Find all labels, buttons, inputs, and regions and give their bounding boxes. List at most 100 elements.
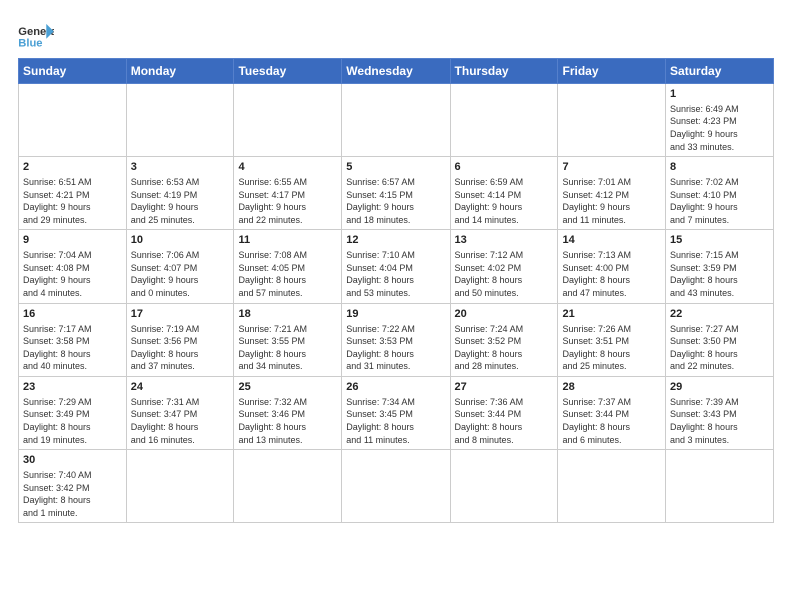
day-number: 4 (238, 160, 337, 175)
day-number: 22 (670, 307, 769, 322)
day-number: 12 (346, 233, 445, 248)
calendar-day-cell: 22Sunrise: 7:27 AM Sunset: 3:50 PM Dayli… (666, 303, 774, 376)
day-info: Sunrise: 7:15 AM Sunset: 3:59 PM Dayligh… (670, 249, 769, 299)
day-number: 30 (23, 453, 122, 468)
day-number: 13 (455, 233, 554, 248)
day-info: Sunrise: 7:19 AM Sunset: 3:56 PM Dayligh… (131, 323, 230, 373)
day-number: 1 (670, 87, 769, 102)
calendar-day-cell: 20Sunrise: 7:24 AM Sunset: 3:52 PM Dayli… (450, 303, 558, 376)
day-info: Sunrise: 6:59 AM Sunset: 4:14 PM Dayligh… (455, 176, 554, 226)
day-info: Sunrise: 7:27 AM Sunset: 3:50 PM Dayligh… (670, 323, 769, 373)
calendar-day-cell (558, 84, 666, 157)
day-number: 20 (455, 307, 554, 322)
day-number: 16 (23, 307, 122, 322)
day-number: 27 (455, 380, 554, 395)
calendar-day-cell (234, 84, 342, 157)
day-info: Sunrise: 7:21 AM Sunset: 3:55 PM Dayligh… (238, 323, 337, 373)
day-number: 18 (238, 307, 337, 322)
day-number: 9 (23, 233, 122, 248)
day-info: Sunrise: 7:02 AM Sunset: 4:10 PM Dayligh… (670, 176, 769, 226)
calendar-week-row: 9Sunrise: 7:04 AM Sunset: 4:08 PM Daylig… (19, 230, 774, 303)
calendar-table: SundayMondayTuesdayWednesdayThursdayFrid… (18, 58, 774, 523)
day-number: 29 (670, 380, 769, 395)
calendar-day-header: Tuesday (234, 59, 342, 84)
calendar-day-cell: 26Sunrise: 7:34 AM Sunset: 3:45 PM Dayli… (342, 376, 450, 449)
calendar-day-cell (450, 450, 558, 523)
day-number: 10 (131, 233, 230, 248)
day-number: 2 (23, 160, 122, 175)
calendar-day-cell: 3Sunrise: 6:53 AM Sunset: 4:19 PM Daylig… (126, 157, 234, 230)
calendar-day-cell: 12Sunrise: 7:10 AM Sunset: 4:04 PM Dayli… (342, 230, 450, 303)
day-number: 21 (562, 307, 661, 322)
day-info: Sunrise: 7:08 AM Sunset: 4:05 PM Dayligh… (238, 249, 337, 299)
calendar-week-row: 2Sunrise: 6:51 AM Sunset: 4:21 PM Daylig… (19, 157, 774, 230)
calendar-day-cell: 2Sunrise: 6:51 AM Sunset: 4:21 PM Daylig… (19, 157, 127, 230)
svg-text:Blue: Blue (18, 37, 42, 49)
logo: General Blue (18, 22, 54, 50)
day-number: 3 (131, 160, 230, 175)
calendar-day-cell: 29Sunrise: 7:39 AM Sunset: 3:43 PM Dayli… (666, 376, 774, 449)
calendar-day-cell: 9Sunrise: 7:04 AM Sunset: 4:08 PM Daylig… (19, 230, 127, 303)
calendar-day-cell: 1Sunrise: 6:49 AM Sunset: 4:23 PM Daylig… (666, 84, 774, 157)
day-number: 26 (346, 380, 445, 395)
calendar-day-cell: 13Sunrise: 7:12 AM Sunset: 4:02 PM Dayli… (450, 230, 558, 303)
day-info: Sunrise: 7:29 AM Sunset: 3:49 PM Dayligh… (23, 396, 122, 446)
calendar-day-cell: 16Sunrise: 7:17 AM Sunset: 3:58 PM Dayli… (19, 303, 127, 376)
day-number: 24 (131, 380, 230, 395)
calendar-day-cell: 7Sunrise: 7:01 AM Sunset: 4:12 PM Daylig… (558, 157, 666, 230)
generalblue-logo-icon: General Blue (18, 22, 54, 50)
day-info: Sunrise: 7:34 AM Sunset: 3:45 PM Dayligh… (346, 396, 445, 446)
day-number: 28 (562, 380, 661, 395)
day-info: Sunrise: 6:49 AM Sunset: 4:23 PM Dayligh… (670, 103, 769, 153)
calendar-day-cell (19, 84, 127, 157)
calendar-week-row: 16Sunrise: 7:17 AM Sunset: 3:58 PM Dayli… (19, 303, 774, 376)
calendar-day-cell: 21Sunrise: 7:26 AM Sunset: 3:51 PM Dayli… (558, 303, 666, 376)
day-info: Sunrise: 7:04 AM Sunset: 4:08 PM Dayligh… (23, 249, 122, 299)
day-info: Sunrise: 6:55 AM Sunset: 4:17 PM Dayligh… (238, 176, 337, 226)
calendar-day-cell (342, 450, 450, 523)
calendar-week-row: 30Sunrise: 7:40 AM Sunset: 3:42 PM Dayli… (19, 450, 774, 523)
day-info: Sunrise: 7:12 AM Sunset: 4:02 PM Dayligh… (455, 249, 554, 299)
calendar-day-cell: 19Sunrise: 7:22 AM Sunset: 3:53 PM Dayli… (342, 303, 450, 376)
day-info: Sunrise: 7:40 AM Sunset: 3:42 PM Dayligh… (23, 469, 122, 519)
calendar-day-cell: 5Sunrise: 6:57 AM Sunset: 4:15 PM Daylig… (342, 157, 450, 230)
page: General Blue SundayMondayTuesdayWednesda… (0, 0, 792, 533)
calendar-day-header: Monday (126, 59, 234, 84)
calendar-day-cell (126, 84, 234, 157)
calendar-day-cell (126, 450, 234, 523)
day-number: 17 (131, 307, 230, 322)
calendar-week-row: 1Sunrise: 6:49 AM Sunset: 4:23 PM Daylig… (19, 84, 774, 157)
day-info: Sunrise: 7:39 AM Sunset: 3:43 PM Dayligh… (670, 396, 769, 446)
calendar-day-cell: 18Sunrise: 7:21 AM Sunset: 3:55 PM Dayli… (234, 303, 342, 376)
calendar-day-header: Saturday (666, 59, 774, 84)
calendar-week-row: 23Sunrise: 7:29 AM Sunset: 3:49 PM Dayli… (19, 376, 774, 449)
calendar-day-header: Sunday (19, 59, 127, 84)
calendar-day-cell: 30Sunrise: 7:40 AM Sunset: 3:42 PM Dayli… (19, 450, 127, 523)
calendar-day-cell: 8Sunrise: 7:02 AM Sunset: 4:10 PM Daylig… (666, 157, 774, 230)
day-info: Sunrise: 7:10 AM Sunset: 4:04 PM Dayligh… (346, 249, 445, 299)
day-number: 5 (346, 160, 445, 175)
calendar-day-cell: 10Sunrise: 7:06 AM Sunset: 4:07 PM Dayli… (126, 230, 234, 303)
calendar-day-cell: 25Sunrise: 7:32 AM Sunset: 3:46 PM Dayli… (234, 376, 342, 449)
day-info: Sunrise: 7:13 AM Sunset: 4:00 PM Dayligh… (562, 249, 661, 299)
day-number: 19 (346, 307, 445, 322)
day-info: Sunrise: 6:51 AM Sunset: 4:21 PM Dayligh… (23, 176, 122, 226)
calendar-day-header: Thursday (450, 59, 558, 84)
day-number: 6 (455, 160, 554, 175)
day-number: 15 (670, 233, 769, 248)
calendar-day-cell (558, 450, 666, 523)
day-number: 25 (238, 380, 337, 395)
calendar-day-cell: 23Sunrise: 7:29 AM Sunset: 3:49 PM Dayli… (19, 376, 127, 449)
calendar-day-cell: 6Sunrise: 6:59 AM Sunset: 4:14 PM Daylig… (450, 157, 558, 230)
day-info: Sunrise: 7:24 AM Sunset: 3:52 PM Dayligh… (455, 323, 554, 373)
day-info: Sunrise: 7:01 AM Sunset: 4:12 PM Dayligh… (562, 176, 661, 226)
calendar-day-cell: 4Sunrise: 6:55 AM Sunset: 4:17 PM Daylig… (234, 157, 342, 230)
day-number: 23 (23, 380, 122, 395)
day-number: 11 (238, 233, 337, 248)
day-number: 8 (670, 160, 769, 175)
calendar-day-cell (342, 84, 450, 157)
calendar-day-cell: 15Sunrise: 7:15 AM Sunset: 3:59 PM Dayli… (666, 230, 774, 303)
day-info: Sunrise: 7:06 AM Sunset: 4:07 PM Dayligh… (131, 249, 230, 299)
calendar-day-cell (666, 450, 774, 523)
day-info: Sunrise: 7:32 AM Sunset: 3:46 PM Dayligh… (238, 396, 337, 446)
